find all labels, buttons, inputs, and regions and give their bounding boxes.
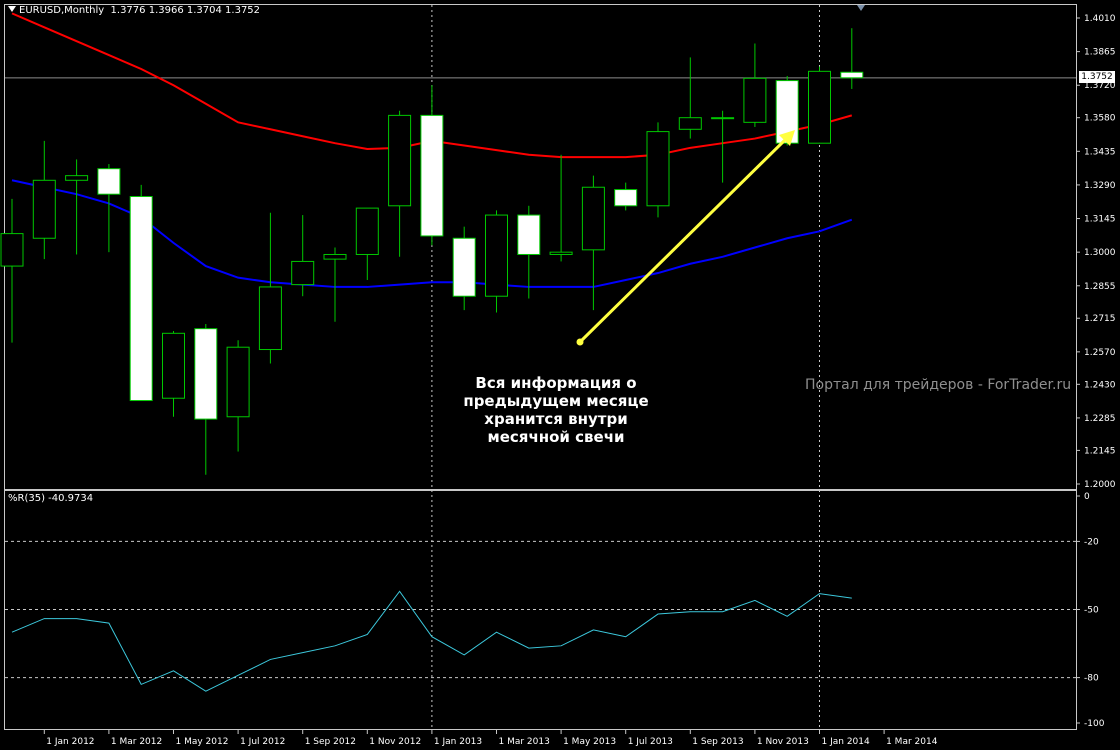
annotation-arrow[interactable] bbox=[576, 130, 796, 346]
time-tick-label: 1 Nov 2012 bbox=[369, 737, 421, 747]
candle-body bbox=[226, 346, 250, 418]
annotation-line: месячной свечи bbox=[487, 428, 625, 446]
price-tick-label: 1.2570 bbox=[1084, 348, 1116, 358]
candle-body bbox=[678, 117, 702, 130]
watermark-text: Портал для трейдеров - ForTrader.ru bbox=[805, 377, 1072, 393]
chart-ohlc: 1.3776 1.3966 1.3704 1.3752 bbox=[110, 5, 261, 16]
current-price-label: 1.3752 bbox=[1079, 71, 1115, 83]
candle-body bbox=[452, 237, 476, 297]
price-tick-label: 1.3290 bbox=[1084, 181, 1116, 191]
mt4-chart-window: 1.4010 1.3865 1.3720 1.3580 1.3435 1.3290 1.31… bbox=[0, 0, 1120, 750]
price-tick-label: 1.2285 bbox=[1084, 414, 1116, 424]
wpr-tick-label: -50 bbox=[1084, 606, 1099, 616]
candle-body bbox=[581, 186, 605, 251]
wpr-tick-label: -80 bbox=[1084, 674, 1099, 684]
time-tick-label: 1 Nov 2013 bbox=[757, 737, 809, 747]
candle-body bbox=[420, 114, 444, 237]
candle-body bbox=[32, 179, 56, 239]
candle-body bbox=[0, 233, 24, 267]
annotation-line: хранится внутри bbox=[484, 410, 628, 428]
chart-header: EURUSD,Monthly 1.3776 1.3966 1.3704 1.37… bbox=[8, 5, 260, 16]
candle-body bbox=[614, 189, 638, 207]
price-tick-label: 1.3865 bbox=[1084, 48, 1116, 58]
annotation-line: предыдущем месяце bbox=[463, 392, 649, 410]
candle-body bbox=[323, 253, 347, 260]
price-tick-label: 1.2145 bbox=[1084, 446, 1116, 456]
time-tick-label: 1 Mar 2013 bbox=[499, 737, 550, 747]
time-tick-label: 1 Jul 2013 bbox=[628, 737, 673, 747]
candle-body bbox=[517, 214, 541, 255]
price-tick-label: 1.3435 bbox=[1084, 147, 1116, 157]
annotation-arrow-line bbox=[578, 134, 791, 344]
annotation-arrow-anchor bbox=[576, 338, 584, 346]
price-tick-label: 1.2855 bbox=[1084, 282, 1116, 292]
time-tick-label: 1 May 2013 bbox=[563, 737, 616, 747]
price-tick-label: 1.2000 bbox=[1084, 480, 1116, 490]
candle-body bbox=[194, 328, 218, 420]
price-tick-label: 1.3000 bbox=[1084, 248, 1116, 258]
candle-body bbox=[388, 114, 412, 207]
indicator-header: %R(35) -40.9734 bbox=[8, 493, 94, 504]
wpr-tick-label: 0 bbox=[1084, 492, 1090, 502]
candle-body bbox=[646, 131, 670, 207]
price-tick-label: 1.3580 bbox=[1084, 114, 1116, 124]
candle-body bbox=[65, 175, 89, 181]
candle-body bbox=[291, 260, 315, 286]
candle-body bbox=[743, 77, 767, 123]
annotation-text[interactable]: Вся информация о предыдущем месяце храни… bbox=[432, 374, 680, 446]
chart-shift-marker-icon[interactable] bbox=[857, 5, 865, 11]
time-tick-label: 1 May 2012 bbox=[176, 737, 229, 747]
wpr-tick-label: -100 bbox=[1084, 719, 1105, 729]
time-tick-label: 1 Jan 2014 bbox=[822, 737, 870, 747]
time-tick-label: 1 Jul 2012 bbox=[240, 737, 285, 747]
annotation-line: Вся информация о bbox=[475, 374, 637, 392]
candle-body bbox=[355, 207, 379, 255]
time-tick-label: 1 Sep 2012 bbox=[305, 737, 356, 747]
time-tick-label: 1 Sep 2013 bbox=[692, 737, 743, 747]
time-tick-label: 1 Mar 2012 bbox=[111, 737, 162, 747]
price-tick-label: 1.4010 bbox=[1084, 14, 1116, 24]
candle-body bbox=[129, 196, 153, 402]
candle-body bbox=[485, 214, 508, 297]
time-tick-label: 1 Mar 2014 bbox=[886, 737, 938, 747]
price-tick-label: 1.3145 bbox=[1084, 215, 1116, 225]
candle-body bbox=[258, 286, 282, 351]
chart-menu-triangle-icon[interactable] bbox=[8, 6, 16, 12]
candle-body bbox=[97, 168, 121, 195]
wpr-tick-label: -20 bbox=[1084, 537, 1099, 547]
time-tick-label: 1 Jan 2012 bbox=[46, 737, 94, 747]
candle-body bbox=[549, 251, 573, 255]
price-tick-label: 1.2715 bbox=[1084, 314, 1116, 324]
price-tick-label: 1.2430 bbox=[1084, 380, 1116, 390]
time-tick-label: 1 Jan 2013 bbox=[434, 737, 482, 747]
candle-body bbox=[162, 332, 185, 399]
candle-body bbox=[840, 71, 864, 79]
candle-body bbox=[711, 117, 735, 120]
chart-symbol: EURUSD,Monthly bbox=[19, 5, 105, 16]
candle-body bbox=[808, 70, 831, 144]
